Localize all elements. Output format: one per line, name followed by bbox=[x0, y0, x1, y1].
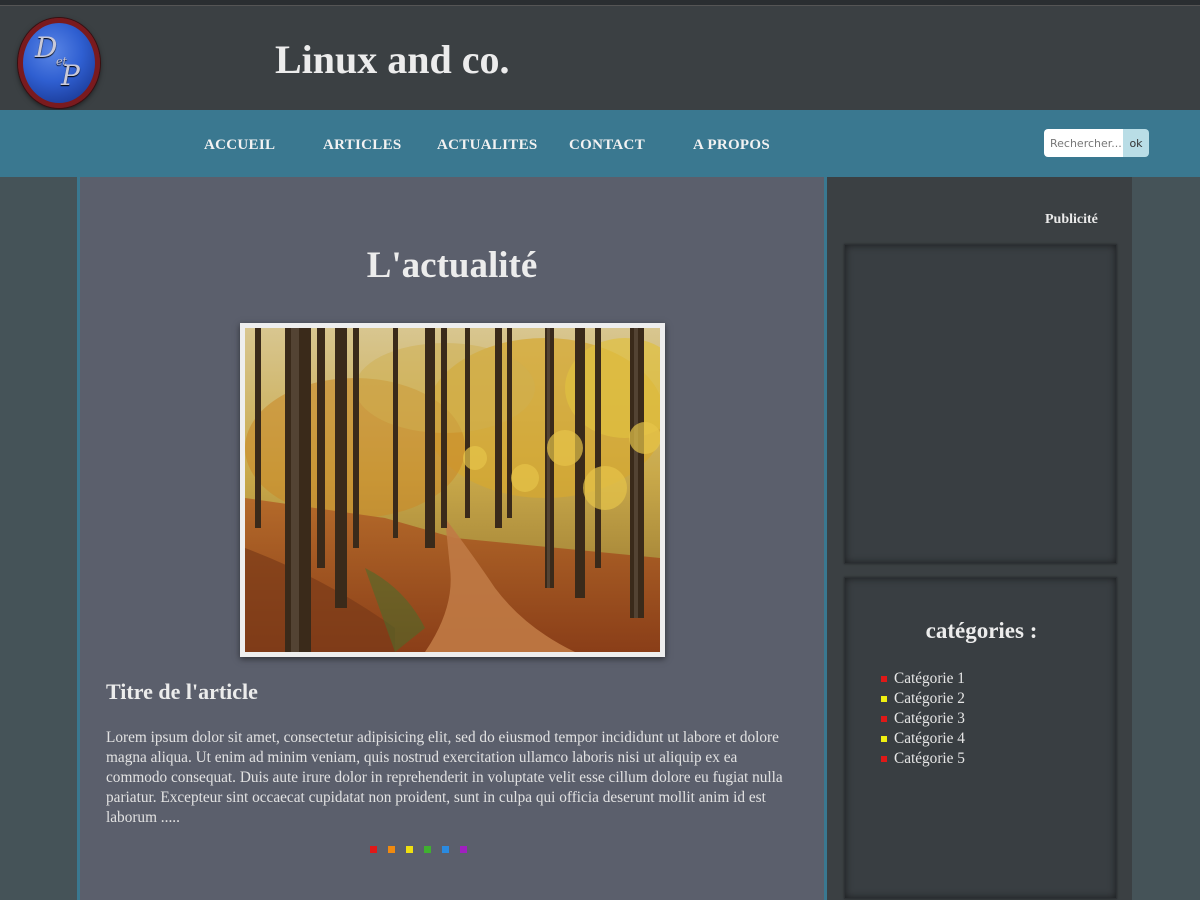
pagination-dot[interactable] bbox=[406, 846, 413, 853]
nav-item-a-propos[interactable]: A PROPOS bbox=[693, 137, 770, 154]
category-item[interactable]: Catégorie 4 bbox=[881, 729, 965, 749]
article-title[interactable]: Titre de l'article bbox=[106, 679, 258, 705]
category-bullet-icon bbox=[881, 716, 887, 722]
article-image bbox=[240, 323, 665, 657]
article-excerpt: Lorem ipsum dolor sit amet, consectetur … bbox=[106, 729, 783, 826]
pagination-dot[interactable] bbox=[442, 846, 449, 853]
site-title: Linux and co. bbox=[275, 37, 510, 82]
page-title: L'actualité bbox=[366, 245, 538, 286]
site-header: D et P Linux and co. bbox=[0, 6, 1200, 110]
category-label: Catégorie 5 bbox=[894, 750, 965, 767]
pagination-dot[interactable] bbox=[370, 846, 377, 853]
logo-letter-p: P bbox=[61, 59, 80, 92]
category-label: Catégorie 4 bbox=[894, 730, 965, 747]
sidebar: Publicité catégories : Catégorie 1 Catégo… bbox=[827, 177, 1132, 900]
main-navigation: ACCUEIL ARTICLES ACTUALITES CONTACT A PR… bbox=[0, 110, 1200, 177]
autumn-forest-image bbox=[245, 328, 660, 652]
search-submit-button[interactable]: ok bbox=[1123, 129, 1149, 157]
nav-item-actualites[interactable]: ACTUALITES bbox=[437, 137, 538, 154]
category-bullet-icon bbox=[881, 696, 887, 702]
category-label: Catégorie 3 bbox=[894, 710, 965, 727]
category-bullet-icon bbox=[881, 736, 887, 742]
categories-box: catégories : Catégorie 1 Catégorie 2 Catég… bbox=[844, 577, 1117, 899]
search-form: ok bbox=[1044, 129, 1149, 157]
ad-label: Publicité bbox=[1045, 212, 1098, 227]
category-label: Catégorie 2 bbox=[894, 690, 965, 707]
logo-letter-d: D bbox=[35, 31, 58, 64]
category-item[interactable]: Catégorie 5 bbox=[881, 749, 965, 769]
category-label: Catégorie 1 bbox=[894, 670, 965, 687]
pagination-dots bbox=[370, 846, 467, 853]
category-bullet-icon bbox=[881, 676, 887, 682]
categories-title: catégories : bbox=[925, 618, 1038, 643]
main-content: L'actualité Titre de l'article Lorem ips… bbox=[77, 177, 827, 900]
category-bullet-icon bbox=[881, 756, 887, 762]
nav-item-accueil[interactable]: ACCUEIL bbox=[204, 137, 275, 154]
pagination-dot[interactable] bbox=[460, 846, 467, 853]
pagination-dot[interactable] bbox=[388, 846, 395, 853]
nav-item-articles[interactable]: ARTICLES bbox=[323, 137, 402, 154]
category-item[interactable]: Catégorie 2 bbox=[881, 689, 965, 709]
nav-item-contact[interactable]: CONTACT bbox=[569, 137, 645, 154]
category-item[interactable]: Catégorie 1 bbox=[881, 669, 965, 689]
site-logo[interactable]: D et P bbox=[18, 18, 100, 108]
search-input[interactable] bbox=[1044, 129, 1123, 157]
ad-box[interactable] bbox=[844, 244, 1117, 564]
categories-list: Catégorie 1 Catégorie 2 Catégorie 3 Catégor… bbox=[881, 669, 965, 769]
category-item[interactable]: Catégorie 3 bbox=[881, 709, 965, 729]
pagination-dot[interactable] bbox=[424, 846, 431, 853]
